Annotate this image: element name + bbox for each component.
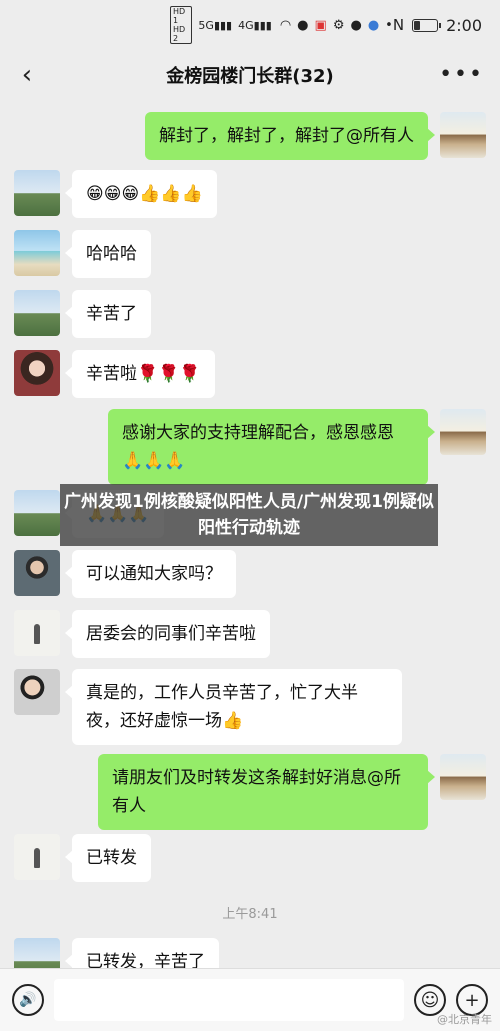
message-bubble[interactable]: 感谢大家的支持理解配合，感恩感恩🙏🙏🙏 [108, 409, 435, 485]
message-bubble[interactable]: 哈哈哈 [65, 230, 151, 278]
voice-icon[interactable]: 🔊 [12, 984, 44, 1016]
message-item[interactable]: 已转发 [14, 834, 151, 882]
message-bubble[interactable]: 辛苦啦🌹🌹🌹 [65, 350, 215, 398]
notification-icons: ◠ ● ▣ ⚙ ● ● • [280, 18, 393, 33]
clock: 2:00 [446, 15, 482, 35]
signal-4g-icon: 4G▮▮▮ [238, 18, 272, 32]
battery-icon [412, 18, 442, 32]
message-bubble[interactable]: 已转发，辛苦了 [65, 938, 219, 970]
message-input[interactable] [54, 979, 404, 1021]
message-item[interactable]: 可以通知大家吗？ [14, 550, 236, 598]
message-item[interactable]: 真是的，工作人员辛苦了，忙了大半夜，还好虚惊一场👍 [14, 669, 402, 745]
avatar[interactable] [440, 409, 486, 455]
hd-top-label: HD 1 [173, 7, 186, 25]
hd-bottom-label: HD 2 [173, 25, 186, 43]
more-notifications-icon: • [385, 17, 393, 33]
message-item[interactable]: 辛苦啦🌹🌹🌹 [14, 350, 215, 398]
avatar[interactable] [14, 610, 60, 656]
message-item[interactable]: 请朋友们及时转发这条解封好消息@所有人 [98, 754, 486, 830]
message-timestamp: 上午8:41 [222, 907, 278, 922]
avatar[interactable] [14, 490, 60, 536]
input-bar: 🔊 ☺ + @北京青年 [0, 968, 500, 1031]
more-options-icon[interactable]: ••• [439, 62, 484, 87]
message-item[interactable]: 😁😁😁👍👍👍 [14, 170, 217, 218]
avatar[interactable] [14, 669, 60, 715]
back-icon[interactable]: ‹ [12, 60, 42, 90]
message-bubble[interactable]: 可以通知大家吗？ [65, 550, 236, 598]
message-bubble[interactable]: 解封了，解封了，解封了@所有人 [145, 112, 435, 160]
edge-icon: ● [367, 17, 380, 33]
hd-badge: HD 1 HD 2 [170, 6, 193, 44]
avatar[interactable] [440, 754, 486, 800]
message-bubble[interactable]: 😁😁😁👍👍👍 [65, 170, 217, 218]
wifi-icon: ◠ [279, 17, 292, 33]
avatar[interactable] [440, 112, 486, 158]
avatar[interactable] [14, 230, 60, 276]
status-bar: HD 1 HD 2 5G▮▮▮ 4G▮▮▮ ◠ ● ▣ ⚙ ● ● • N 2:… [0, 0, 500, 50]
avatar[interactable] [14, 350, 60, 396]
chat-header: ‹ 金榜园楼门长群(32) ••• [0, 50, 500, 100]
avatar[interactable] [14, 170, 60, 216]
watermark: @北京青年 [437, 1013, 492, 1026]
chat-title: 金榜园楼门长群(32) [166, 66, 334, 87]
settings-icon: ⚙ [332, 17, 345, 33]
status-right: N 2:00 [393, 16, 482, 35]
avatar[interactable] [14, 938, 60, 970]
message-bubble[interactable]: 辛苦了 [65, 290, 151, 338]
message-bubble[interactable]: 已转发 [65, 834, 151, 882]
weibo-icon: ● [297, 17, 309, 33]
app-icon: ▣ [314, 17, 327, 33]
avatar[interactable] [14, 550, 60, 596]
message-item[interactable]: 居委会的同事们辛苦啦 [14, 610, 270, 658]
message-icon: ● [350, 17, 362, 33]
message-bubble[interactable]: 请朋友们及时转发这条解封好消息@所有人 [98, 754, 435, 830]
message-bubble[interactable]: 居委会的同事们辛苦啦 [65, 610, 270, 658]
headline-overlay: 广州发现1例核酸疑似阳性人员/广州发现1例疑似阳性行动轨迹 [60, 484, 438, 546]
message-item[interactable]: 哈哈哈 [14, 230, 151, 278]
message-item[interactable]: 辛苦了 [14, 290, 151, 338]
message-item[interactable]: 已转发，辛苦了 [14, 938, 219, 970]
avatar[interactable] [14, 290, 60, 336]
nfc-icon: N [392, 16, 405, 34]
message-bubble[interactable]: 真是的，工作人员辛苦了，忙了大半夜，还好虚惊一场👍 [65, 669, 402, 745]
network-indicators: HD 1 HD 2 5G▮▮▮ 4G▮▮▮ [170, 6, 272, 44]
message-item[interactable]: 感谢大家的支持理解配合，感恩感恩🙏🙏🙏 [108, 409, 486, 485]
signal-5g-icon: 5G▮▮▮ [198, 18, 233, 32]
message-item[interactable]: 解封了，解封了，解封了@所有人 [145, 112, 486, 160]
avatar[interactable] [14, 834, 60, 880]
